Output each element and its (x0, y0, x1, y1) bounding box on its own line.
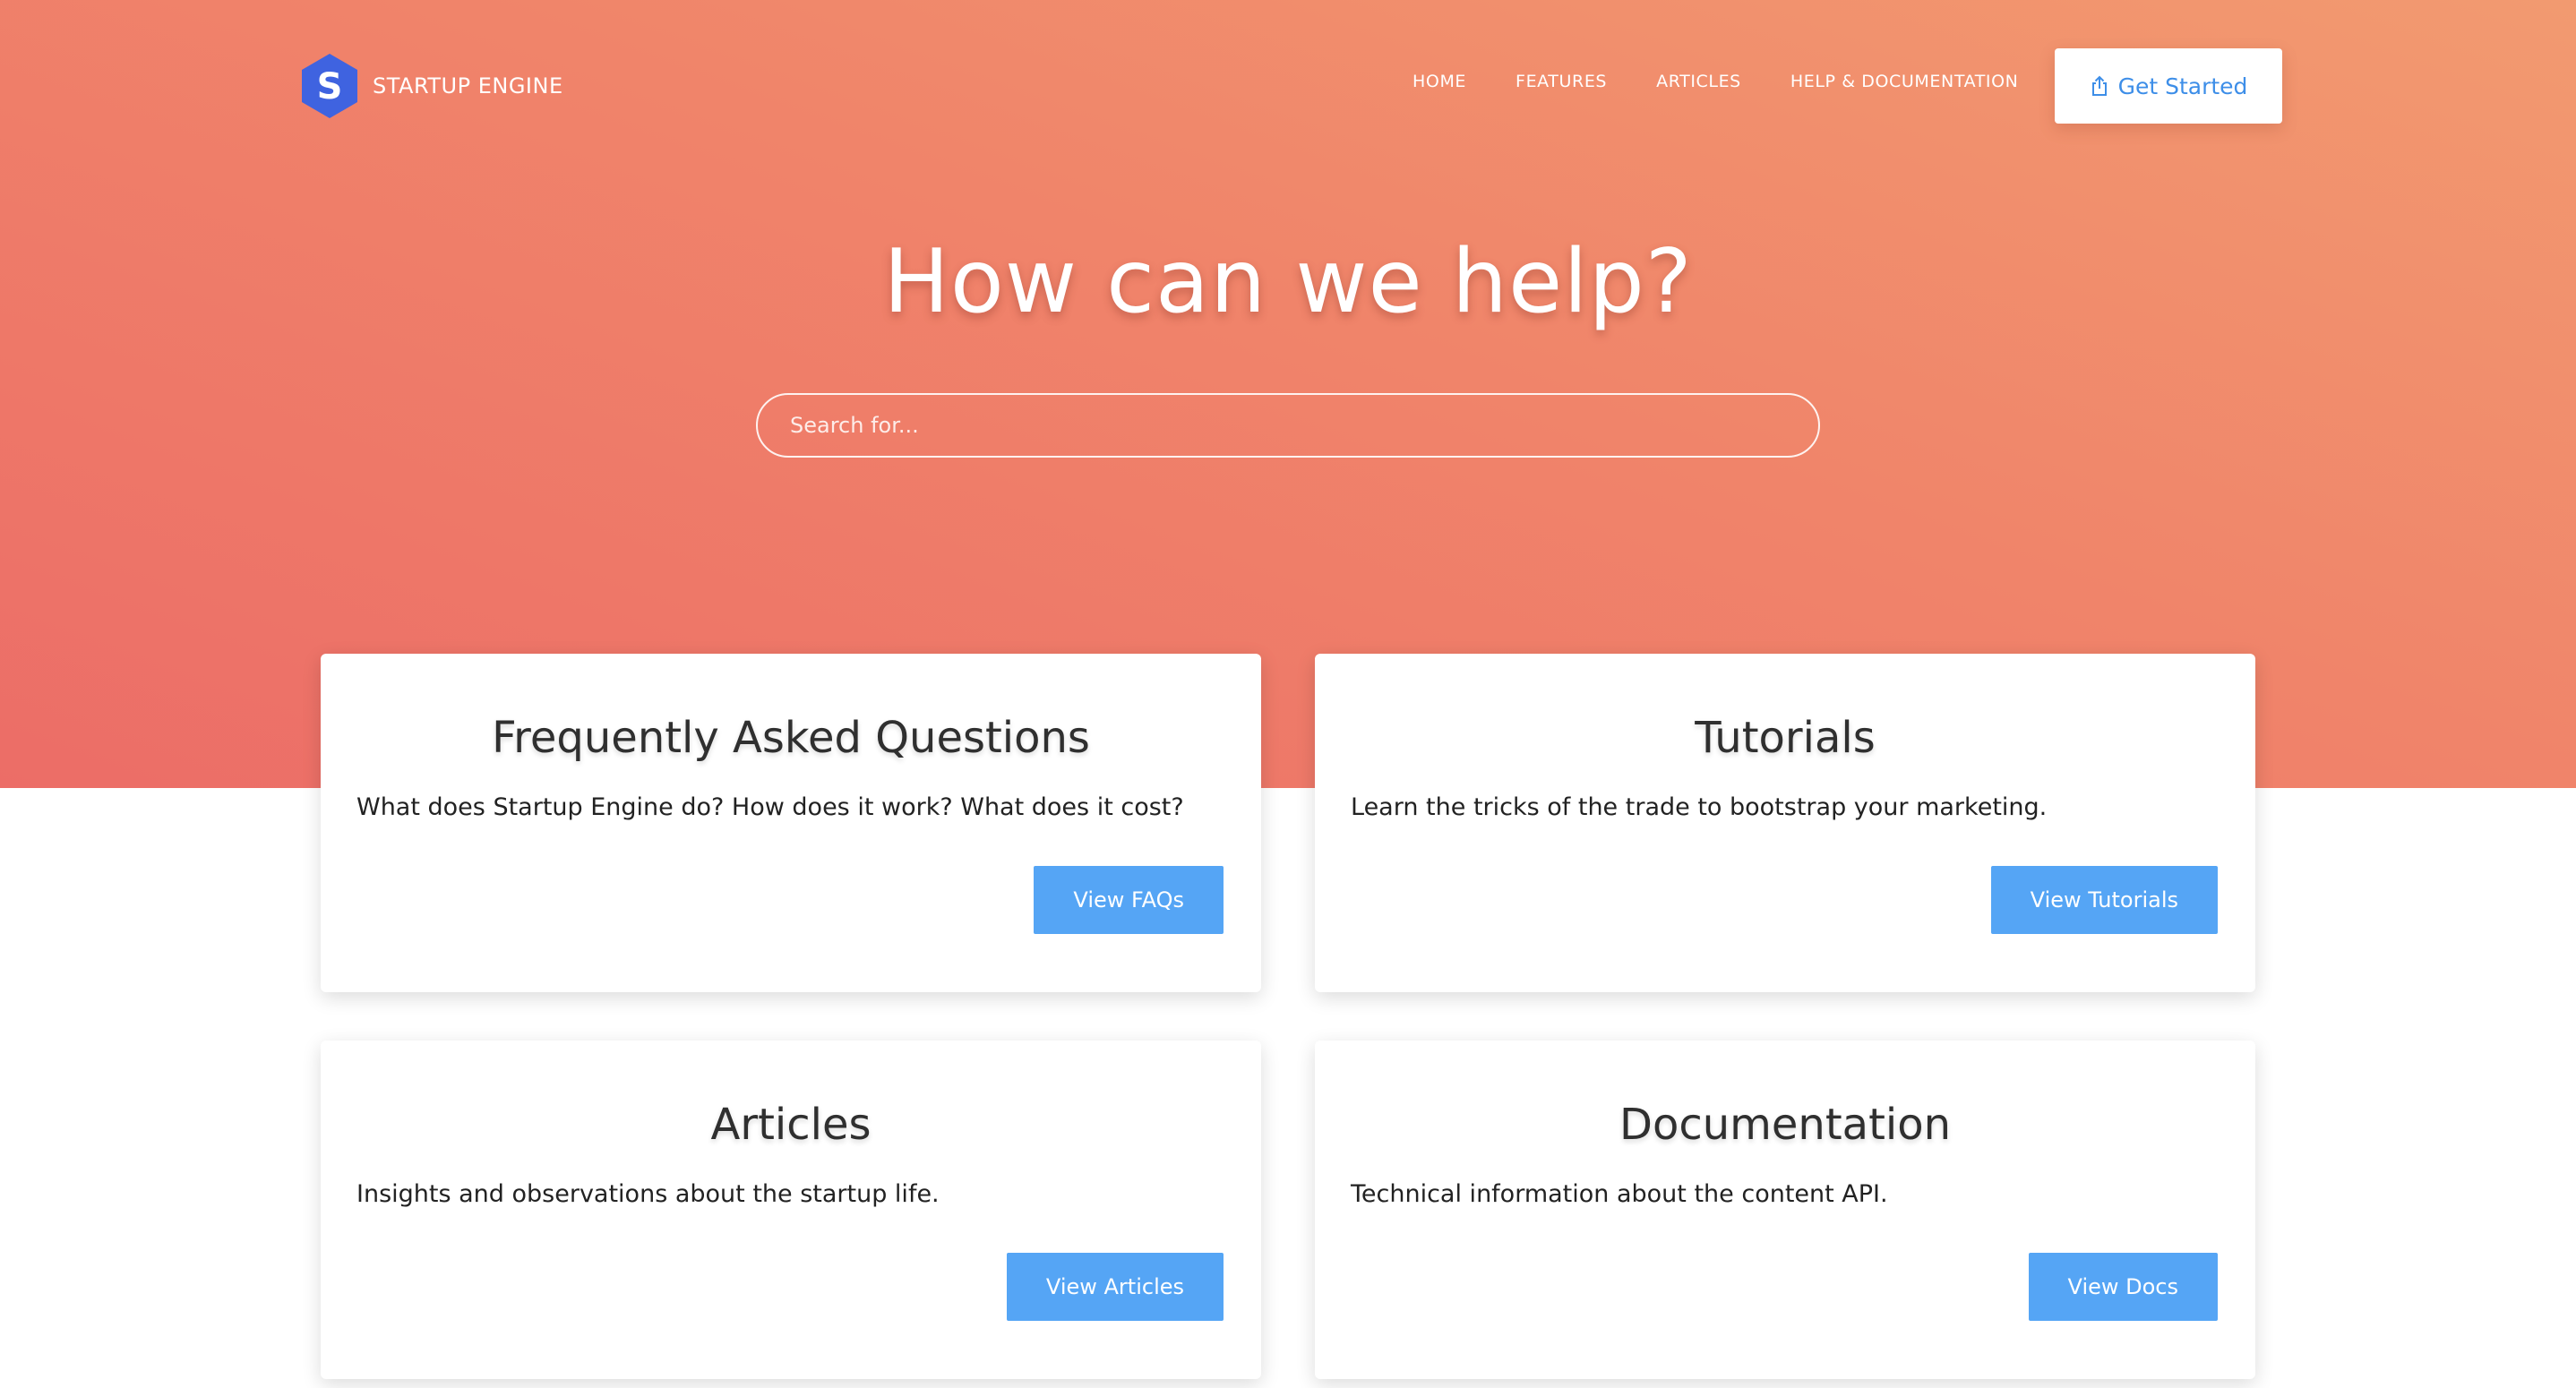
brand-name[interactable]: STARTUP ENGINE (373, 73, 563, 99)
card-title: Documentation (1619, 1100, 1952, 1150)
brand[interactable]: S STARTUP ENGINE (299, 52, 563, 120)
card-faq: Frequently Asked Questions What does Sta… (321, 654, 1261, 992)
view-faqs-button[interactable]: View FAQs (1034, 866, 1224, 934)
nav-item-features[interactable]: FEATURES (1516, 72, 1607, 91)
view-tutorials-button[interactable]: View Tutorials (1990, 866, 2218, 934)
nav-item-articles[interactable]: ARTICLES (1656, 72, 1741, 91)
help-page: S STARTUP ENGINE HOME FEATURES ARTICLES … (0, 0, 2576, 1388)
logo-letter: S (317, 66, 343, 107)
search-input[interactable] (756, 393, 1820, 458)
share-icon (2091, 75, 2107, 96)
view-articles-button[interactable]: View Articles (1006, 1253, 1224, 1321)
get-started-button[interactable]: Get Started (2055, 48, 2282, 124)
nav-item-home[interactable]: HOME (1413, 72, 1466, 91)
main-nav: HOME FEATURES ARTICLES HELP & DOCUMENTAT… (1413, 72, 2018, 91)
card-title: Tutorials (1695, 713, 1876, 763)
nav-item-help-documentation[interactable]: HELP & DOCUMENTATION (1790, 72, 2019, 91)
card-description: Insights and observations about the star… (356, 1180, 940, 1208)
view-docs-button[interactable]: View Docs (2028, 1253, 2218, 1321)
card-documentation: Documentation Technical information abou… (1315, 1041, 2255, 1379)
page-title: How can we help? (883, 231, 1693, 333)
get-started-label: Get Started (2117, 73, 2248, 99)
card-description: Learn the tricks of the trade to bootstr… (1351, 793, 2048, 821)
card-title: Articles (710, 1100, 872, 1150)
card-articles: Articles Insights and observations about… (321, 1041, 1261, 1379)
card-tutorials: Tutorials Learn the tricks of the trade … (1315, 654, 2255, 992)
card-title: Frequently Asked Questions (492, 713, 1090, 763)
card-description: What does Startup Engine do? How does it… (356, 793, 1184, 821)
logo-icon: S (302, 54, 357, 118)
card-description: Technical information about the content … (1351, 1180, 1888, 1208)
